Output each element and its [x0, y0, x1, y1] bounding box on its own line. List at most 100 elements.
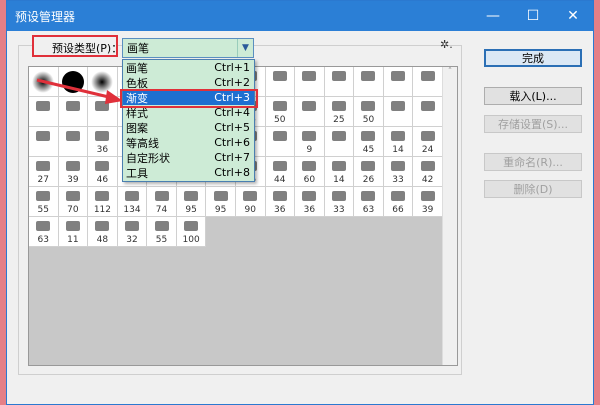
brush-preset[interactable]: 14	[383, 127, 414, 157]
brush-preset[interactable]: 70	[58, 187, 89, 217]
brush-tip-icon	[36, 221, 51, 231]
chevron-down-icon[interactable]: ▼	[237, 39, 253, 57]
brush-tip-icon	[95, 161, 110, 171]
minimize-icon[interactable]: —	[473, 1, 513, 31]
brush-tip-icon	[331, 191, 346, 201]
brush-preset[interactable]: 63	[29, 217, 59, 247]
selected-value: 画笔	[127, 42, 149, 55]
brush-preset[interactable]	[383, 67, 414, 97]
brush-size: 66	[392, 205, 404, 215]
brush-preset[interactable]: 33	[324, 187, 355, 217]
brush-tip-icon	[36, 191, 51, 201]
brush-preset[interactable]: 50	[265, 97, 296, 127]
scroll-up-icon[interactable]: ˄	[443, 67, 457, 77]
brush-tip-icon	[272, 191, 287, 201]
brush-tip-icon	[65, 161, 80, 171]
brush-preset[interactable]: 60	[295, 157, 325, 187]
brush-size: 36	[274, 205, 286, 215]
brush-preset[interactable]: 14	[324, 157, 355, 187]
brush-preset[interactable]: 66	[383, 187, 414, 217]
dropdown-item[interactable]: 色板 Ctrl+2	[123, 75, 254, 90]
done-button[interactable]: 完成	[484, 49, 582, 67]
brush-preset[interactable]: 36	[265, 187, 296, 217]
brush-preset[interactable]	[29, 127, 59, 157]
brush-preset[interactable]: 90	[235, 187, 266, 217]
brush-tip-icon	[331, 161, 346, 171]
scrollbar[interactable]: ˄	[442, 67, 457, 365]
brush-preset[interactable]	[265, 67, 296, 97]
brush-size: 50	[362, 115, 375, 125]
brush-preset[interactable]: 112	[88, 187, 118, 217]
brush-preset[interactable]: 32	[117, 217, 148, 247]
brush-preset[interactable]: 36	[88, 127, 118, 157]
delete-button[interactable]: 删除(D)	[484, 180, 582, 198]
brush-preset[interactable]	[324, 67, 355, 97]
brush-preset[interactable]: 50	[354, 97, 384, 127]
brush-preset[interactable]: 24	[413, 127, 443, 157]
brush-size: 25	[333, 115, 345, 125]
dropdown-item[interactable]: 等高线 Ctrl+6	[123, 135, 254, 150]
dropdown-item[interactable]: 画笔 Ctrl+1	[123, 60, 254, 75]
brush-preset[interactable]: 11	[58, 217, 89, 247]
dropdown-item[interactable]: 工具 Ctrl+8	[123, 165, 254, 180]
brush-preset[interactable]: 74	[147, 187, 177, 217]
brush-preset[interactable]: 55	[147, 217, 177, 247]
brush-tip-icon	[331, 101, 346, 111]
brush-preset[interactable]: 48	[88, 217, 118, 247]
brush-preset[interactable]: 45	[354, 127, 384, 157]
brush-preset[interactable]: 44	[265, 157, 296, 187]
brush-preset[interactable]: 36	[295, 187, 325, 217]
brush-size: 95	[214, 205, 227, 215]
brush-size: 26	[362, 175, 375, 185]
brush-preset[interactable]: 9	[295, 127, 325, 157]
maximize-icon[interactable]: ☐	[513, 1, 553, 31]
brush-preset[interactable]: 39	[58, 157, 89, 187]
brush-preset[interactable]: 55	[29, 187, 59, 217]
brush-preset[interactable]: 95	[176, 187, 207, 217]
brush-preset[interactable]	[265, 127, 296, 157]
brush-tip-icon	[65, 191, 80, 201]
brush-size: 11	[67, 235, 79, 245]
brush-size: 134	[123, 205, 141, 215]
brush-preset[interactable]: 33	[383, 157, 414, 187]
brush-preset[interactable]	[295, 67, 325, 97]
brush-preset[interactable]	[354, 67, 384, 97]
brush-tip-icon	[420, 191, 435, 201]
brush-preset[interactable]	[324, 127, 355, 157]
brush-preset[interactable]: 134	[117, 187, 148, 217]
brush-preset[interactable]	[413, 97, 443, 127]
save-settings-button[interactable]: 存储设置(S)...	[484, 115, 582, 133]
brush-tip-icon	[95, 221, 110, 231]
brush-tip-icon	[361, 191, 376, 201]
load-button[interactable]: 载入(L)...	[484, 87, 582, 105]
brush-preset[interactable]: 42	[413, 157, 443, 187]
brush-size: 95	[185, 205, 197, 215]
brush-preset[interactable]: 63	[354, 187, 384, 217]
close-icon[interactable]: ✕	[553, 1, 593, 31]
brush-size: 33	[392, 175, 404, 185]
brush-tip-icon	[243, 191, 258, 201]
brush-tip-icon	[124, 191, 139, 201]
brush-tip-icon	[36, 131, 51, 141]
preset-type-select[interactable]: 画笔 ▼	[122, 38, 254, 58]
brush-preset[interactable]: 26	[354, 157, 384, 187]
brush-preset[interactable]: 25	[324, 97, 355, 127]
gear-icon[interactable]: ✲.	[440, 38, 453, 51]
dropdown-item[interactable]: 自定形状 Ctrl+7	[123, 150, 254, 165]
brush-preset[interactable]: 27	[29, 157, 59, 187]
brush-tip-icon	[302, 101, 317, 111]
brush-tip-icon	[36, 161, 51, 171]
brush-preset[interactable]	[58, 127, 89, 157]
annotation-highlight	[120, 89, 258, 108]
brush-preset[interactable]: 46	[88, 157, 118, 187]
dropdown-item[interactable]: 图案 Ctrl+5	[123, 120, 254, 135]
brush-preset[interactable]	[295, 97, 325, 127]
brush-preset[interactable]	[413, 67, 443, 97]
brush-tip-icon	[272, 71, 287, 81]
rename-button[interactable]: 重命名(R)...	[484, 153, 582, 171]
brush-preset[interactable]	[383, 97, 414, 127]
brush-preset[interactable]: 39	[413, 187, 443, 217]
brush-preset[interactable]: 100	[176, 217, 207, 247]
brush-size: 60	[303, 175, 316, 185]
brush-preset[interactable]: 95	[206, 187, 236, 217]
